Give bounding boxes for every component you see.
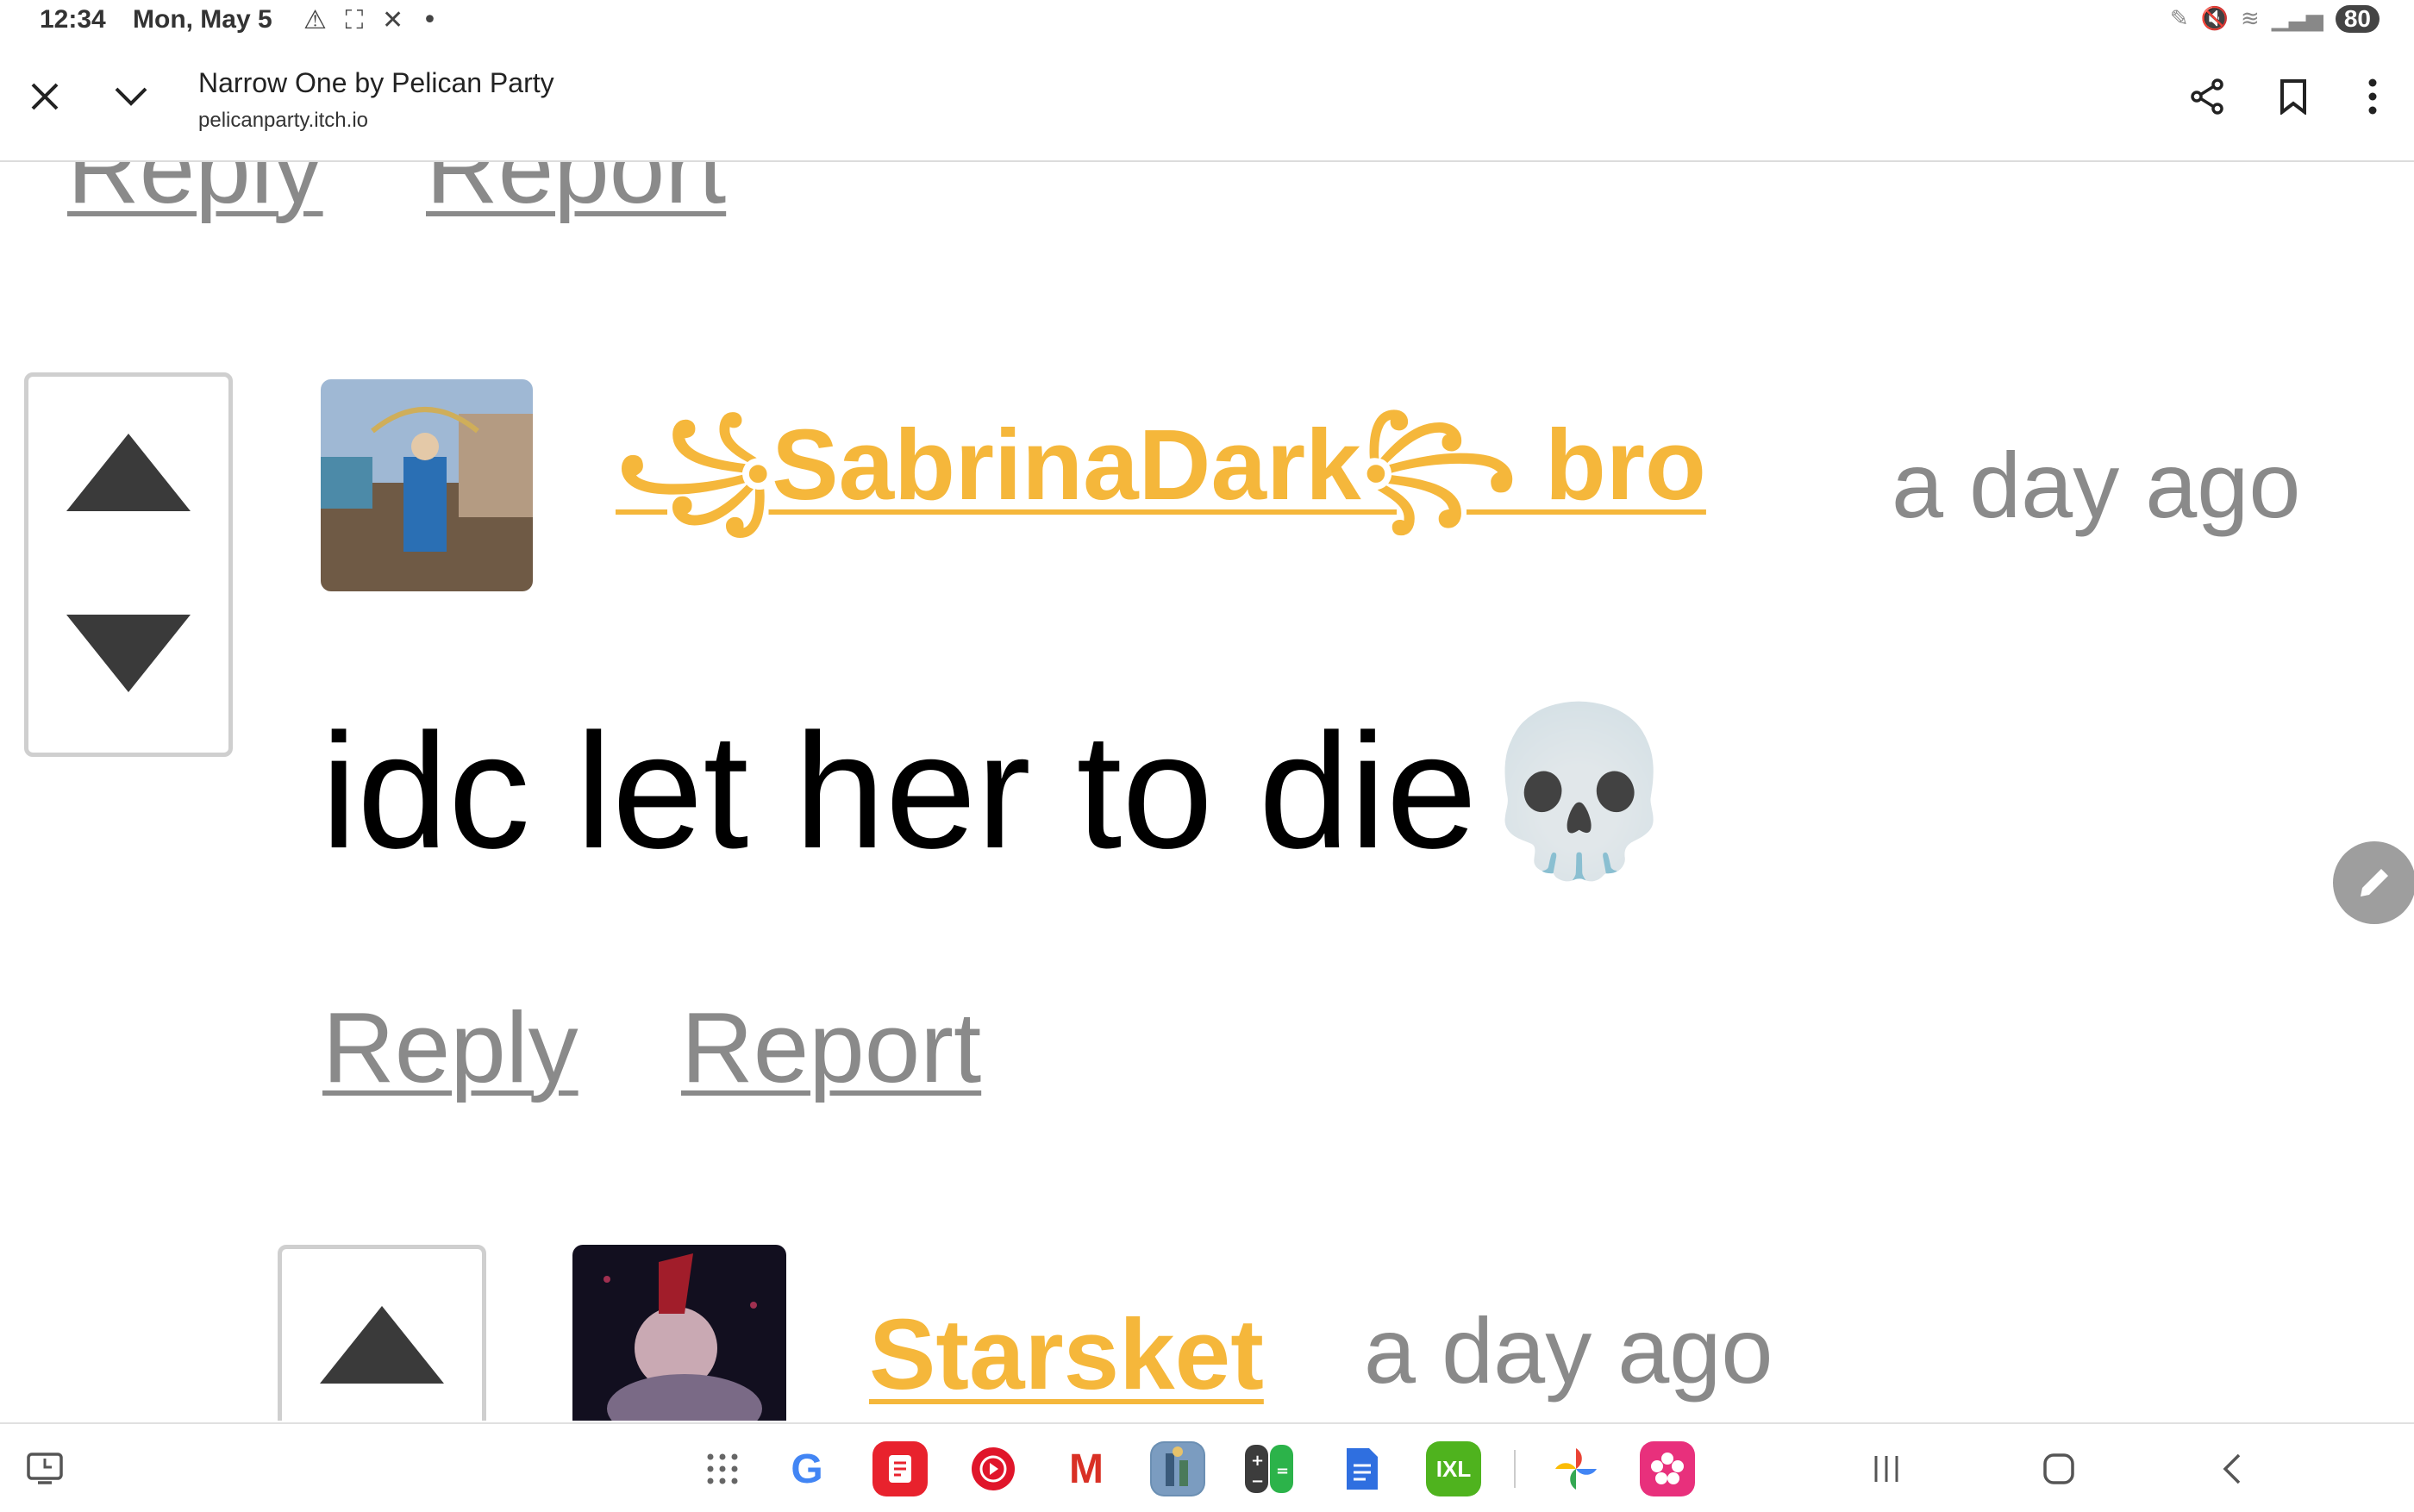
docs-icon[interactable] — [1335, 1441, 1390, 1496]
comment-body: idc let her to die💀 — [321, 700, 1681, 883]
avatar[interactable] — [321, 379, 533, 591]
svg-text:−: − — [1251, 1472, 1264, 1490]
gmail-icon[interactable]: M — [1059, 1441, 1114, 1496]
signal-icon: ▁▃▅ — [2271, 6, 2323, 32]
comment-username[interactable]: ꧁SabrinaDark꧂ bro — [616, 388, 1706, 591]
recent-apps-icon[interactable] — [1859, 1441, 1914, 1496]
recent-screen-icon[interactable] — [17, 1441, 72, 1496]
upvote-arrow-icon[interactable] — [320, 1306, 444, 1384]
comment-timestamp: a day ago — [1892, 433, 2301, 537]
youtube-music-icon[interactable] — [966, 1441, 1021, 1496]
report-link[interactable]: Report — [426, 162, 726, 226]
ixl-icon[interactable]: IXL — [1426, 1441, 1481, 1496]
battery-indicator: 80 — [2335, 5, 2380, 33]
notes-icon[interactable] — [872, 1441, 928, 1496]
apps-grid-icon[interactable] — [695, 1441, 750, 1496]
page-url: pelicanparty.itch.io — [198, 109, 368, 132]
vote-box — [24, 372, 233, 757]
downvote-arrow-icon[interactable] — [66, 615, 191, 692]
upvote-arrow-icon[interactable] — [66, 434, 191, 511]
share-icon[interactable] — [2181, 71, 2233, 122]
status-right-icons: ✎ 🔇 ≋ ▁▃▅ 80 — [2170, 5, 2380, 33]
vote-box — [278, 1245, 486, 1421]
game-icon[interactable] — [1150, 1441, 1205, 1496]
edit-pencil-icon[interactable] — [2333, 841, 2414, 924]
bookmark-icon[interactable] — [2267, 71, 2319, 122]
page-title: Narrow One by Pelican Party — [198, 67, 554, 98]
dock-divider — [1514, 1450, 1516, 1488]
taskbar: G M + − = IXL — [0, 1422, 2414, 1512]
reply-link[interactable]: Reply — [67, 162, 323, 226]
photos-icon[interactable] — [1548, 1441, 1604, 1496]
svg-text:+: + — [1251, 1452, 1264, 1470]
status-date: Mon, May 5 — [133, 5, 272, 34]
report-link[interactable]: Report — [681, 990, 981, 1105]
wifi-icon: ≋ — [2241, 6, 2260, 32]
comments-section: Reply Report ꧁SabrinaDark꧂ bro a day ago… — [0, 162, 2414, 1421]
reply-link[interactable]: Reply — [322, 990, 578, 1105]
google-icon[interactable]: G — [779, 1441, 835, 1496]
close-icon[interactable] — [19, 71, 71, 122]
avatar[interactable] — [572, 1245, 786, 1421]
comment-username[interactable]: Starsket — [869, 1296, 1264, 1412]
home-icon[interactable] — [2031, 1441, 2086, 1496]
more-vert-icon[interactable] — [2347, 71, 2398, 122]
back-icon[interactable] — [2204, 1441, 2259, 1496]
pen-icon: ✎ — [2169, 6, 2189, 32]
mute-icon: 🔇 — [2200, 6, 2230, 32]
comment-timestamp: a day ago — [1364, 1298, 1773, 1403]
svg-text:=: = — [1276, 1462, 1289, 1480]
status-notification-icons: ⚠ ⛶ ✕ • — [303, 5, 443, 35]
status-time: 12:34 — [40, 5, 106, 34]
chevron-down-icon[interactable] — [105, 71, 157, 122]
calculator-icon[interactable]: + − = — [1241, 1441, 1297, 1496]
gallery-icon[interactable] — [1640, 1441, 1695, 1496]
browser-toolbar: Narrow One by Pelican Party pelicanparty… — [0, 45, 2414, 162]
status-bar: 12:34 Mon, May 5 ⚠ ⛶ ✕ • ✎ 🔇 ≋ ▁▃▅ 80 — [0, 0, 2414, 45]
